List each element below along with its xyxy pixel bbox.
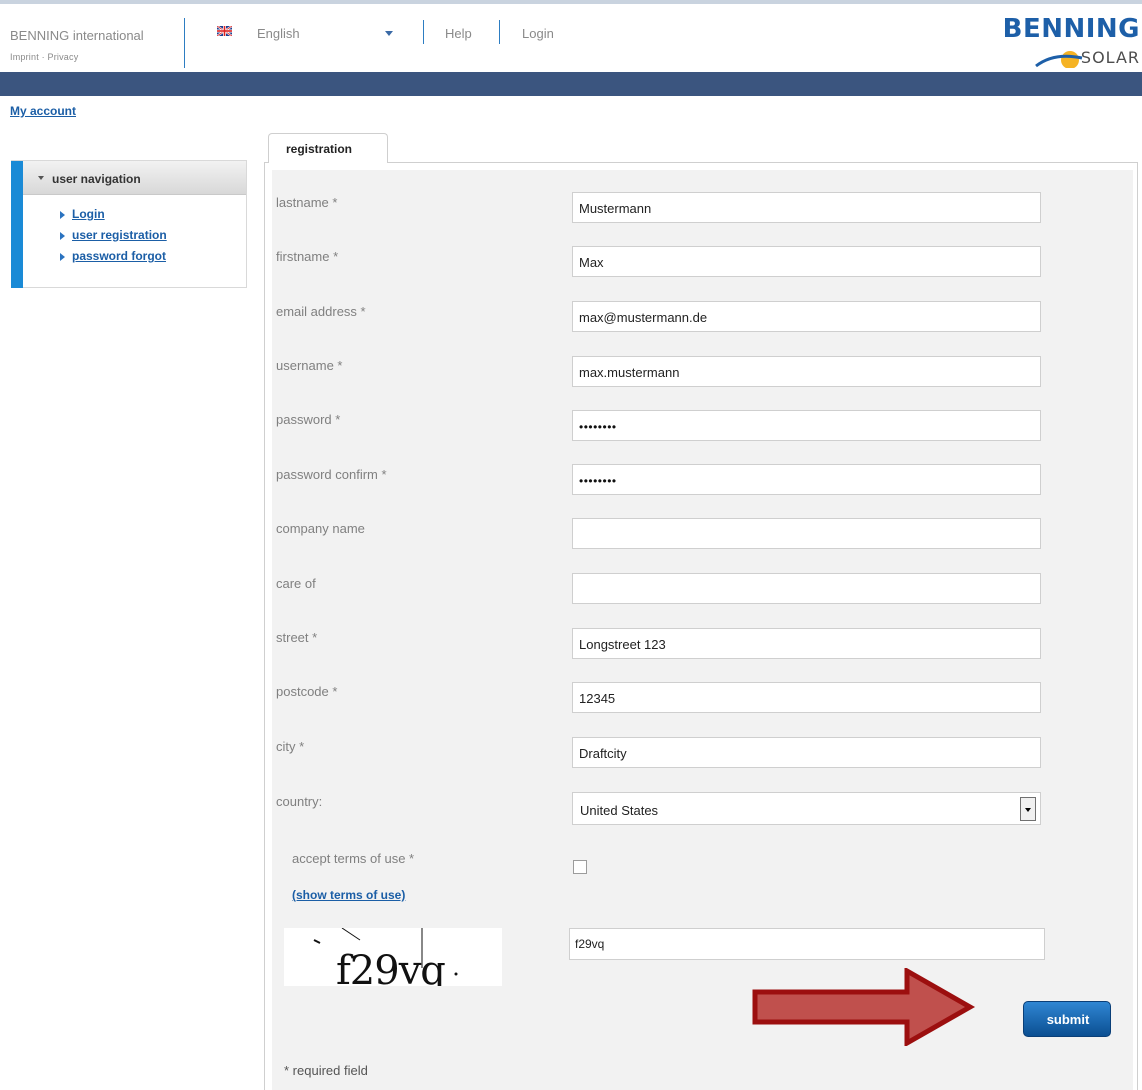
street-label: street * <box>276 630 318 645</box>
user-navigation-header[interactable]: user navigation <box>23 161 246 195</box>
password-mask: •••••••• <box>579 420 617 434</box>
email-label: email address * <box>276 304 366 319</box>
required-field-note: * required field <box>284 1063 368 1078</box>
username-input[interactable]: max.mustermann <box>572 356 1041 387</box>
password-confirm-mask: •••••••• <box>579 474 617 488</box>
user-navigation-title: user navigation <box>52 172 141 186</box>
caret-right-icon <box>60 211 65 219</box>
accept-terms-checkbox[interactable] <box>573 860 587 874</box>
country-dropdown-button[interactable] <box>1020 797 1036 821</box>
city-label: city * <box>276 739 305 754</box>
username-label: username * <box>276 358 343 373</box>
help-link[interactable]: Help <box>445 26 472 41</box>
uk-flag-icon <box>217 26 232 36</box>
postcode-input[interactable]: 12345 <box>572 682 1041 713</box>
red-arrow-annotation <box>752 968 976 1046</box>
sidebar-item-user-registration[interactable]: user registration <box>72 228 167 242</box>
sidebar-accent-stripe <box>11 161 23 288</box>
header-login-link[interactable]: Login <box>522 26 554 41</box>
care-of-label: care of <box>276 576 316 591</box>
brand-name: BENNING international <box>10 28 144 43</box>
firstname-label: firstname * <box>276 249 339 264</box>
captcha-input[interactable]: f29vq <box>569 928 1045 960</box>
show-terms-link[interactable]: (show terms of use) <box>292 888 405 902</box>
company-name-input[interactable] <box>572 518 1041 549</box>
header-divider <box>499 20 500 44</box>
postcode-label: postcode * <box>276 684 338 699</box>
firstname-input[interactable]: Max <box>572 246 1041 277</box>
nav-band <box>0 72 1142 96</box>
language-select[interactable]: English <box>257 26 300 41</box>
header-divider <box>423 20 424 44</box>
country-select-value: United States <box>580 803 659 818</box>
chevron-down-icon <box>1025 808 1031 812</box>
tab-registration[interactable]: registration <box>268 133 388 163</box>
submit-button[interactable]: submit <box>1023 1001 1111 1037</box>
logo-text-bottom: SOLAR <box>1080 48 1140 67</box>
captcha-text: f29vq <box>336 948 446 986</box>
captcha-image: f29vq <box>284 928 502 986</box>
imprint-privacy-link[interactable]: Imprint · Privacy <box>10 52 78 62</box>
password-confirm-input[interactable]: •••••••• <box>572 464 1041 495</box>
street-input[interactable]: Longstreet 123 <box>572 628 1041 659</box>
sidebar-item-login[interactable]: Login <box>72 207 105 221</box>
chevron-down-icon[interactable] <box>385 31 393 36</box>
user-navigation-box: user navigation <box>11 160 247 288</box>
caret-right-icon <box>60 253 65 261</box>
care-of-input[interactable] <box>572 573 1041 604</box>
site-header: BENNING international Imprint · Privacy <box>0 4 1142 72</box>
benning-solar-logo[interactable]: BENNING SOLAR <box>974 14 1142 70</box>
sun-swoosh-icon <box>1035 51 1083 68</box>
chevron-down-icon <box>38 176 44 180</box>
country-label: country: <box>276 794 323 809</box>
password-input[interactable]: •••••••• <box>572 410 1041 441</box>
lastname-label: lastname * <box>276 195 338 210</box>
password-label: password * <box>276 412 341 427</box>
tab-registration-label: registration <box>286 142 353 156</box>
company-name-label: company name <box>276 521 365 536</box>
lastname-input[interactable]: Mustermann <box>572 192 1041 223</box>
accept-terms-label: accept terms of use * <box>292 851 415 866</box>
header-divider <box>184 18 185 68</box>
my-account-link[interactable]: My account <box>10 104 76 118</box>
password-confirm-label: password confirm * <box>276 467 387 482</box>
country-select[interactable]: United States <box>572 792 1041 825</box>
email-input[interactable]: max@mustermann.de <box>572 301 1041 332</box>
logo-text-top: BENNING <box>1002 14 1140 44</box>
sidebar-item-password-forgot[interactable]: password forgot <box>72 249 166 263</box>
submit-button-label: submit <box>1046 1012 1090 1027</box>
city-input[interactable]: Draftcity <box>572 737 1041 768</box>
caret-right-icon <box>60 232 65 240</box>
